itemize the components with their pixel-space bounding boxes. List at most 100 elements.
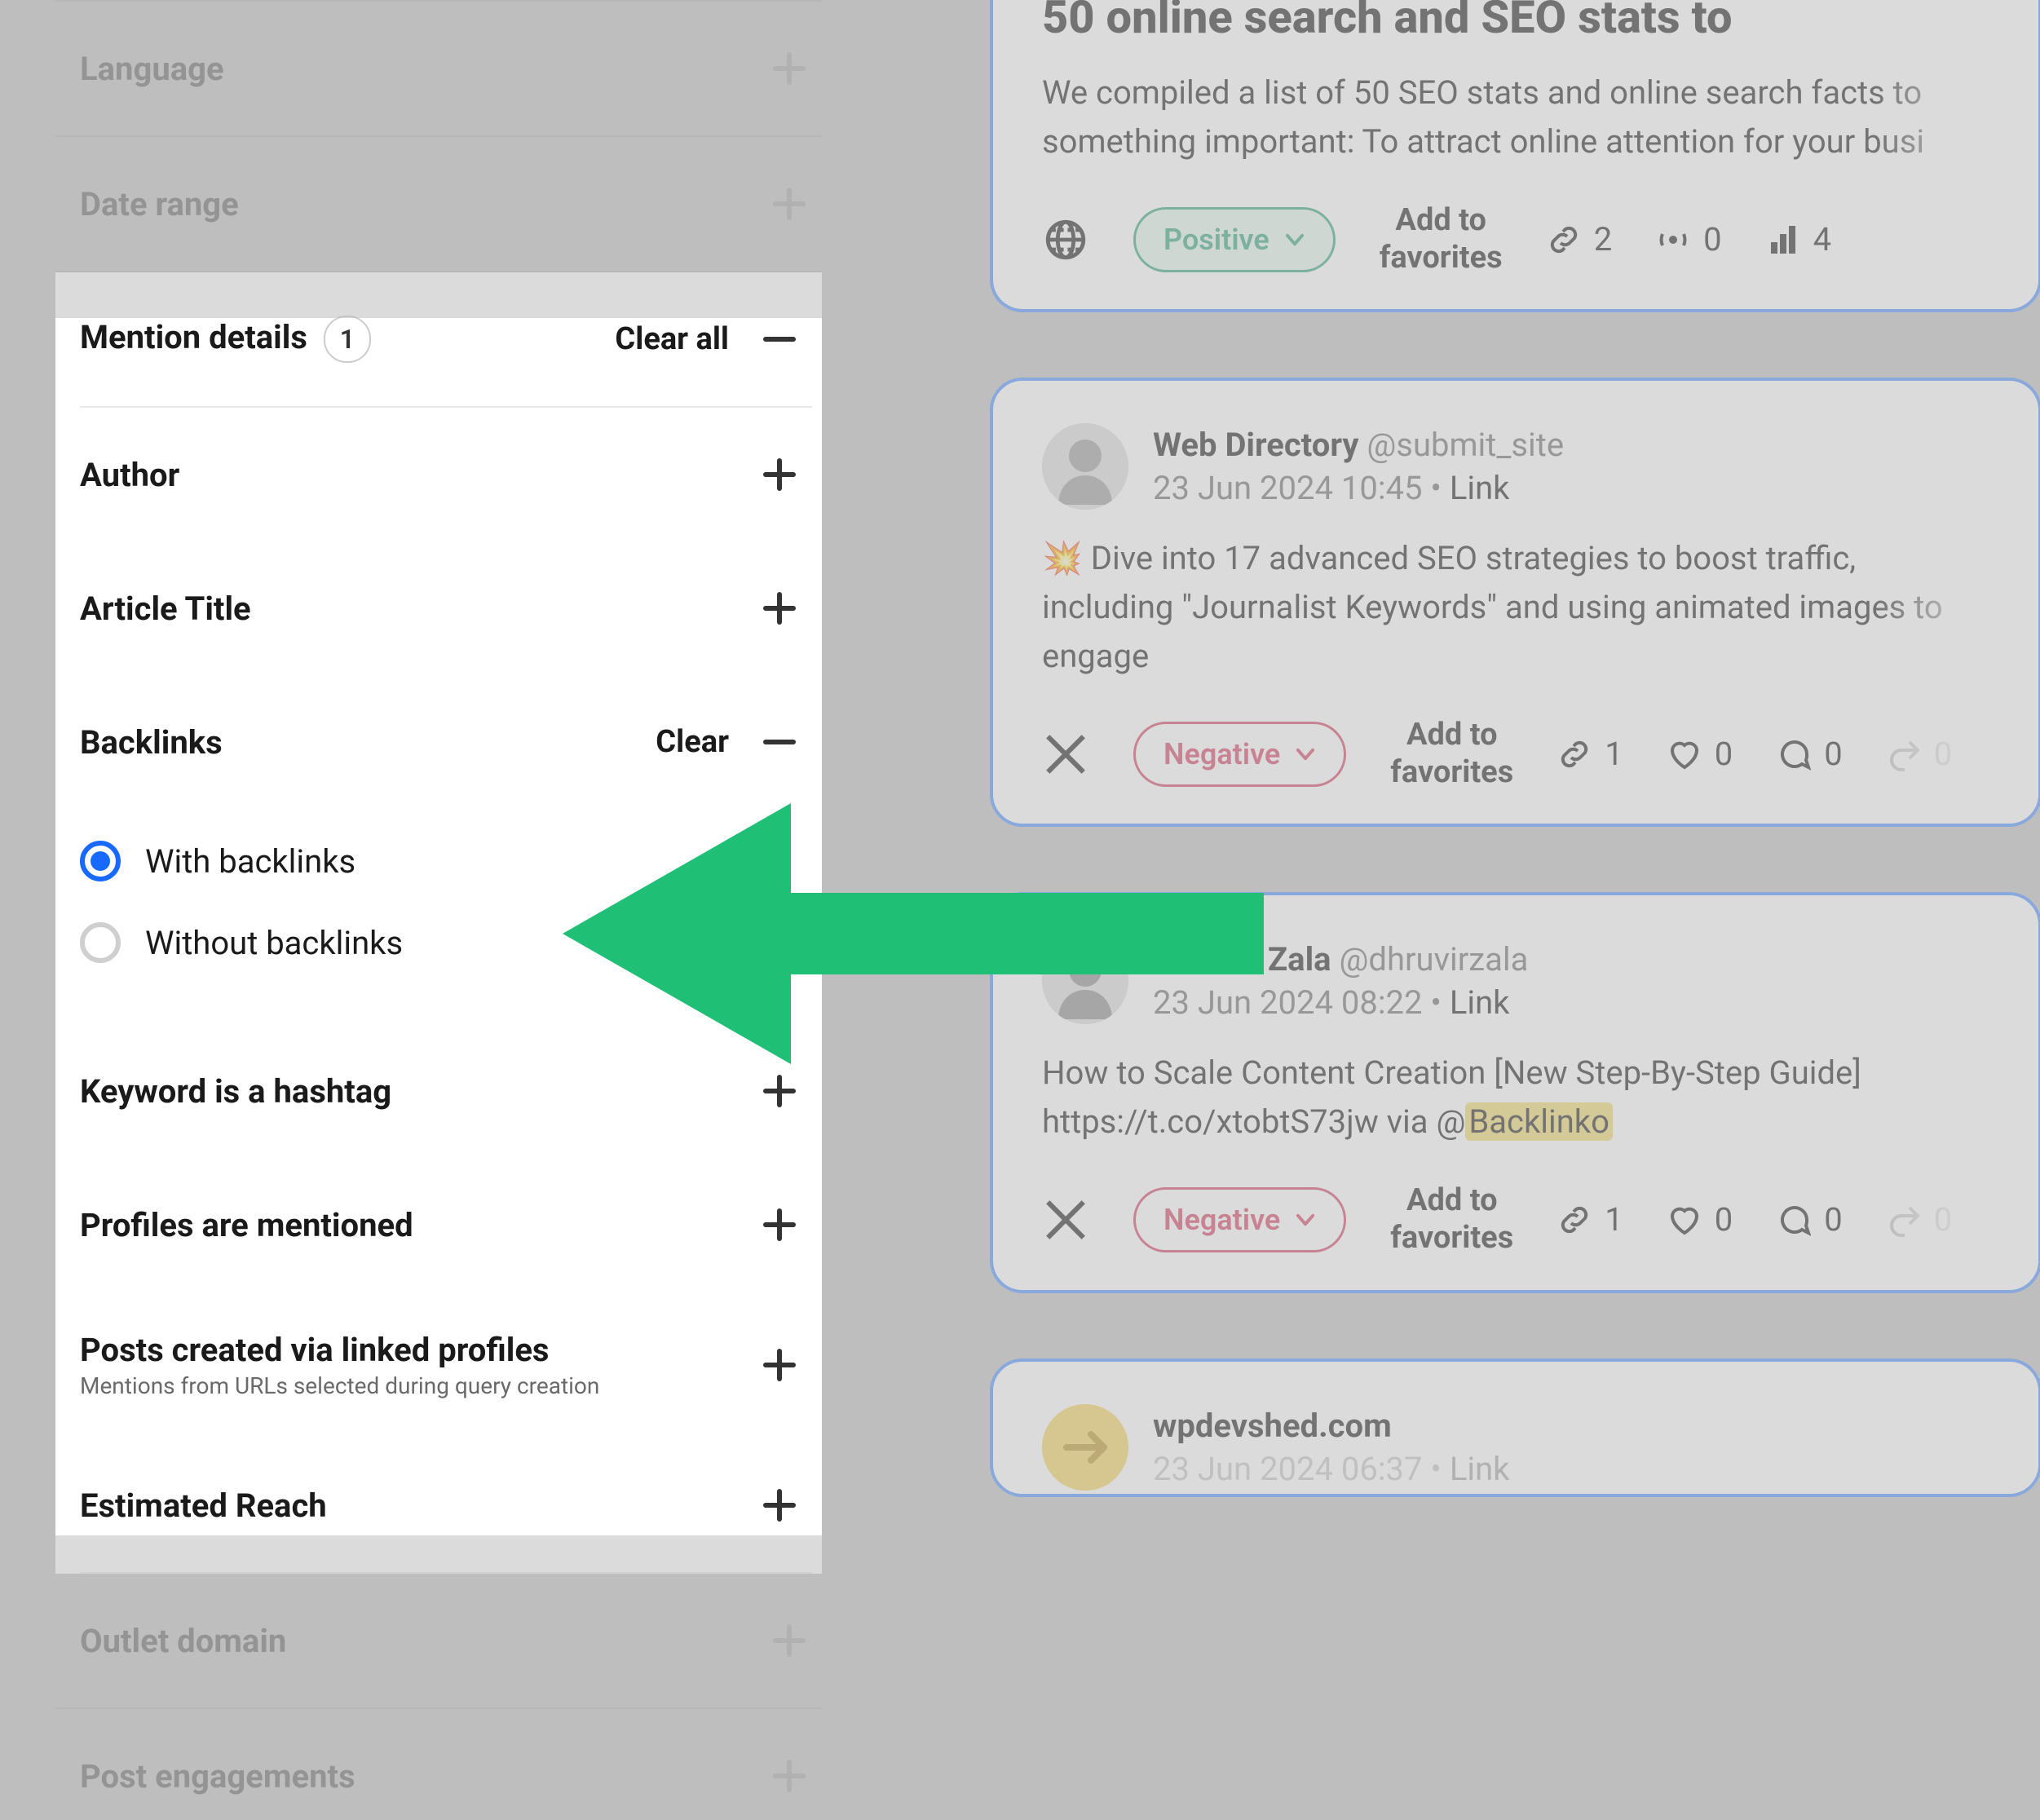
chevron-down-icon <box>1295 1209 1316 1230</box>
radio-with-backlinks[interactable]: With backlinks <box>80 820 812 902</box>
filter-label: Mention details <box>80 318 307 356</box>
filter-language[interactable]: Language <box>55 0 822 137</box>
expand-icon[interactable] <box>757 585 802 631</box>
filter-estimated-reach[interactable]: Estimated Reach <box>80 1438 812 1574</box>
mention-card[interactable]: Web Directory @submit_site 23 Jun 2024 1… <box>990 378 2040 827</box>
keyword-highlight: Backlinko <box>1465 1102 1613 1141</box>
share-icon <box>1887 737 1921 771</box>
filter-article-title[interactable]: Article Title <box>80 541 812 675</box>
expand-icon[interactable] <box>757 1202 802 1248</box>
add-to-favorites-button[interactable]: Add tofavorites <box>1390 1182 1513 1257</box>
sentiment-pill[interactable]: Negative <box>1133 722 1346 787</box>
mention-card[interactable]: Dhruvir Zala @dhruvirzala 23 Jun 2024 08… <box>990 892 2040 1292</box>
mention-card[interactable]: wpdevshed.com 23 Jun 2024 06:37 • Link <box>990 1358 2040 1497</box>
filter-label: Posts created via linked profiles <box>80 1331 599 1369</box>
mention-card[interactable]: 50 online search and SEO stats to We com… <box>990 0 2040 312</box>
author-line: Web Directory @submit_site <box>1153 426 1564 464</box>
filter-sidebar: Language Date range Mention details 1 Cl… <box>55 0 822 1820</box>
stat-comments: 0 <box>1777 735 1842 773</box>
filter-post-engagements[interactable]: Post engagements <box>55 1709 822 1820</box>
expand-icon[interactable] <box>757 1482 802 1528</box>
add-to-favorites-button[interactable]: Add tofavorites <box>1390 717 1513 791</box>
card-desc: How to Scale Content Creation [New Step-… <box>1042 1049 1989 1146</box>
expand-icon[interactable] <box>757 452 802 497</box>
card-title: 50 online search and SEO stats to <box>1042 0 1989 44</box>
stat-traffic: 4 <box>1766 220 1831 258</box>
stat-likes: 0 <box>1667 735 1733 773</box>
clear-link[interactable]: Clear <box>656 724 729 760</box>
filter-date-range[interactable]: Date range <box>55 137 822 272</box>
mentions-feed: 50 online search and SEO stats to We com… <box>990 0 2040 1562</box>
meta-line: 23 Jun 2024 08:22 • Link <box>1153 983 1528 1022</box>
share-icon <box>1887 1203 1921 1237</box>
expand-icon[interactable] <box>766 1753 812 1799</box>
sentiment-pill[interactable]: Negative <box>1133 1187 1346 1252</box>
filter-label: Date range <box>80 185 239 223</box>
radio-label: Without backlinks <box>145 924 403 962</box>
expand-icon[interactable] <box>766 1618 812 1663</box>
bars-icon <box>1766 223 1800 257</box>
source-web-icon <box>1042 216 1089 263</box>
avatar <box>1042 938 1128 1024</box>
filter-label: Outlet domain <box>80 1622 286 1660</box>
avatar <box>1042 423 1128 510</box>
add-to-favorites-button[interactable]: Add tofavorites <box>1380 202 1503 276</box>
stat-backlinks: 2 <box>1547 220 1612 258</box>
comment-icon <box>1777 737 1811 771</box>
heart-icon <box>1667 737 1702 771</box>
filter-linked-profiles[interactable]: Posts created via linked profiles Mentio… <box>80 1292 812 1438</box>
author-line: wpdevshed.com <box>1153 1407 1509 1445</box>
expand-icon[interactable] <box>766 46 812 91</box>
stat-comments: 0 <box>1777 1200 1842 1239</box>
link-icon <box>1547 223 1581 257</box>
filter-label: Profiles are mentioned <box>80 1206 413 1244</box>
chevron-down-icon <box>1295 744 1316 765</box>
filter-label: Keyword is a hashtag <box>80 1072 391 1111</box>
filter-keyword-hashtag[interactable]: Keyword is a hashtag <box>80 1024 812 1158</box>
filter-backlinks[interactable]: Backlinks Clear <box>80 675 812 809</box>
expand-icon[interactable] <box>766 181 812 227</box>
stat-backlinks: 1 <box>1557 1200 1623 1239</box>
filter-author[interactable]: Author <box>80 408 812 541</box>
filter-label: Post engagements <box>80 1757 355 1796</box>
stat-backlinks: 1 <box>1557 735 1623 773</box>
radio-label: With backlinks <box>145 842 355 881</box>
collapse-icon[interactable] <box>757 316 802 362</box>
sentiment-pill[interactable]: Positive <box>1133 207 1336 272</box>
signal-icon <box>1656 223 1690 257</box>
card-footer: Negative Add tofavorites 1 0 0 0 <box>1042 1182 1989 1257</box>
filter-mention-details[interactable]: Mention details 1 Clear all <box>80 272 812 408</box>
filter-mention-details-block: Mention details 1 Clear all Author Artic… <box>55 272 822 1574</box>
meta-line: 23 Jun 2024 06:37 • Link <box>1153 1450 1509 1488</box>
card-desc: 💥 Dive into 17 advanced SEO strategies t… <box>1042 534 1989 681</box>
radio-indicator <box>80 922 121 963</box>
expand-icon[interactable] <box>757 1342 802 1388</box>
link-icon <box>1557 1203 1592 1237</box>
filter-label: Backlinks <box>80 723 223 762</box>
clear-all-link[interactable]: Clear all <box>615 321 729 357</box>
sentiment-label: Negative <box>1164 1203 1280 1237</box>
comment-icon <box>1777 1203 1811 1237</box>
link-icon <box>1557 737 1592 771</box>
filter-label: Author <box>80 456 179 494</box>
backlinks-radio-group: With backlinks Without backlinks <box>80 809 812 1024</box>
expand-icon[interactable] <box>757 1068 802 1114</box>
collapse-icon[interactable] <box>757 719 802 765</box>
avatar <box>1042 1404 1128 1491</box>
filter-profiles-mentioned[interactable]: Profiles are mentioned <box>80 1158 812 1292</box>
radio-without-backlinks[interactable]: Without backlinks <box>80 902 812 983</box>
sentiment-label: Negative <box>1164 737 1280 771</box>
card-footer: Positive Add tofavorites 2 0 4 <box>1042 202 1989 276</box>
source-x-icon <box>1042 731 1089 778</box>
filter-outlet-domain[interactable]: Outlet domain <box>55 1574 822 1709</box>
filter-label: Estimated Reach <box>80 1486 327 1525</box>
heart-icon <box>1667 1203 1702 1237</box>
stat-shares: 0 <box>1887 735 1952 773</box>
card-footer: Negative Add tofavorites 1 0 0 0 <box>1042 717 1989 791</box>
filter-count-badge: 1 <box>324 316 371 363</box>
filter-label: Language <box>80 50 224 88</box>
author-line: Dhruvir Zala @dhruvirzala <box>1153 940 1528 978</box>
source-x-icon <box>1042 1196 1089 1244</box>
chevron-down-icon <box>1284 229 1305 250</box>
filter-sub: Mentions from URLs selected during query… <box>80 1372 599 1399</box>
